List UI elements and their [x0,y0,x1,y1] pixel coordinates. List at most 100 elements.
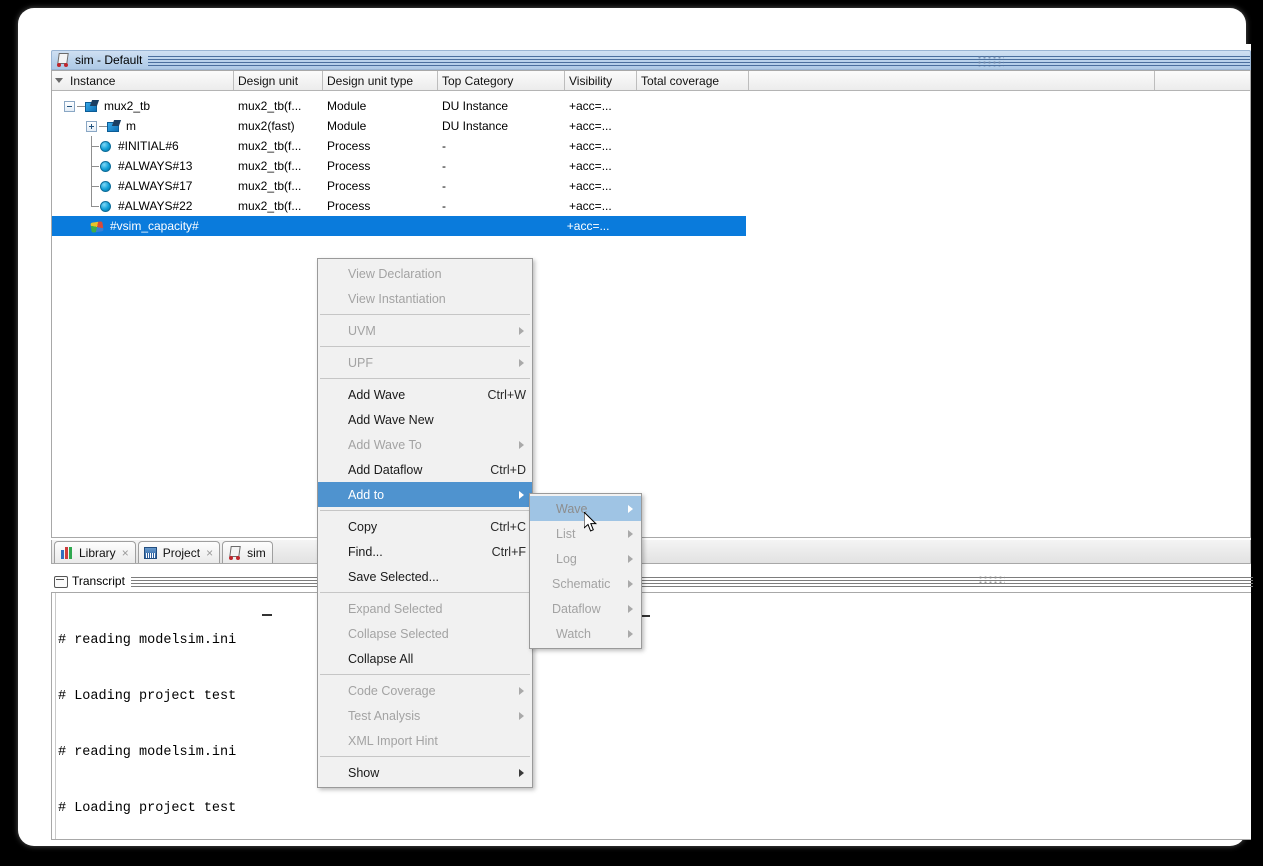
tree-collapse-toggle-mux2-tb[interactable] [64,100,75,112]
sim-icon [228,546,243,560]
menu-item-expand-selected[interactable]: Expand Selected [318,596,532,621]
module-icon [107,120,121,132]
tab-project[interactable]: Project × [137,541,221,563]
cell-visibility: +acc=... [569,159,612,173]
menu-item-find[interactable]: Find... Ctrl+F [318,539,532,564]
column-header-filler [749,71,1155,90]
column-header-visibility[interactable]: Visibility [565,71,637,90]
column-header-instance[interactable]: Instance [66,71,234,90]
project-icon [143,546,159,560]
menu-item-label: Add Wave To [348,437,422,452]
menu-item-save-selected[interactable]: Save Selected... [318,564,532,589]
cell-instance-name: #vsim_capacity# [110,219,199,233]
tree-connector [86,196,99,216]
chevron-down-icon [55,78,63,83]
table-row[interactable]: #ALWAYS#22 mux2_tb(f... Process - +acc=.… [52,196,1250,216]
transcript-window-icon [53,575,68,588]
menu-item-uvm[interactable]: UVM [318,318,532,343]
transcript-panel-titlebar[interactable]: Transcript [51,572,1253,590]
submenu-item-watch[interactable]: Watch [530,621,641,646]
close-icon[interactable]: × [204,547,213,559]
transcript-panel-grip-handle[interactable] [979,575,1005,587]
menu-item-test-analysis[interactable]: Test Analysis [318,703,532,728]
tab-sim[interactable]: sim [222,541,273,563]
library-icon [60,546,75,560]
cell-visibility: +acc=... [569,199,612,213]
cell-design-unit-type: Process [327,199,371,213]
tree-connector [99,116,107,136]
menu-item-xml-import-hint[interactable]: XML Import Hint [318,728,532,753]
sim-window-icon [56,53,71,67]
table-row[interactable]: #INITIAL#6 mux2_tb(f... Process - +acc=.… [52,136,1250,156]
chevron-right-icon [628,554,633,563]
module-icon [85,100,99,112]
table-row[interactable]: #ALWAYS#17 mux2_tb(f... Process - +acc=.… [52,176,1250,196]
menu-item-add-dataflow[interactable]: Add Dataflow Ctrl+D [318,457,532,482]
sim-panel-grip-handle[interactable] [978,55,1004,67]
chevron-right-icon [519,768,524,777]
menu-item-label: XML Import Hint [348,733,438,748]
menu-item-add-to[interactable]: Add to [318,482,532,507]
tab-library[interactable]: Library × [54,541,136,563]
cell-instance-name: mux2_tb [104,99,151,113]
menu-item-label: Schematic [552,576,611,591]
menu-separator [320,346,530,347]
column-header-design-unit[interactable]: Design unit [234,71,323,90]
sim-panel-titlebar[interactable]: sim - Default [51,50,1251,70]
transcript-output-panel[interactable]: # reading modelsim.ini # Loading project… [51,592,1251,840]
cell-top-category: - [442,139,446,153]
column-header-total-coverage[interactable]: Total coverage [637,71,749,90]
panel-tab-strip[interactable]: Library × Project × sim [51,540,1251,564]
cell-design-unit: mux2_tb(f... [238,139,302,153]
submenu-item-list[interactable]: List [530,521,641,546]
context-menu[interactable]: View Declaration View Instantiation UVM … [317,258,533,788]
cell-visibility: +acc=... [569,139,612,153]
menu-item-label: Wave [556,501,588,516]
application-window-frame: sim - Default Instance Design unit Desig… [18,8,1253,846]
chevron-right-icon [519,358,524,367]
menu-item-label: Watch [556,626,591,641]
cell-design-unit: mux2_tb(f... [238,199,302,213]
submenu-item-wave[interactable]: Wave [530,496,641,521]
chevron-right-icon [519,326,524,335]
table-row-selected[interactable]: #vsim_capacity# +acc=... [52,216,746,236]
column-header-design-unit-type[interactable]: Design unit type [323,71,438,90]
menu-item-upf[interactable]: UPF [318,350,532,375]
menu-separator [320,592,530,593]
add-to-submenu[interactable]: Wave List Log Schematic Dataflow Watch [529,493,642,649]
menu-item-show[interactable]: Show [318,760,532,785]
menu-item-add-wave-new[interactable]: Add Wave New [318,407,532,432]
tree-expand-toggle-m[interactable] [86,120,97,132]
close-icon[interactable]: × [120,547,129,559]
menu-item-label: Show [348,765,380,780]
menu-item-collapse-all[interactable]: Collapse All [318,646,532,671]
submenu-item-schematic[interactable]: Schematic [530,571,641,596]
table-row[interactable]: m mux2(fast) Module DU Instance +acc=... [52,116,1250,136]
chevron-right-icon [628,529,633,538]
submenu-item-dataflow[interactable]: Dataflow [530,596,641,621]
menu-item-copy[interactable]: Copy Ctrl+C [318,514,532,539]
cell-visibility: +acc=... [569,119,612,133]
menu-item-code-coverage[interactable]: Code Coverage [318,678,532,703]
sim-tree-header-row: Instance Design unit Design unit type To… [52,71,1250,91]
menu-item-collapse-selected[interactable]: Collapse Selected [318,621,532,646]
cell-design-unit-type: Process [327,179,371,193]
sim-tree-body[interactable]: mux2_tb mux2_tb(f... Module DU Instance … [52,96,1250,236]
cell-design-unit-type: Module [327,99,367,113]
menu-item-add-wave[interactable]: Add Wave Ctrl+W [318,382,532,407]
menu-item-view-instantiation[interactable]: View Instantiation [318,286,532,311]
transcript-gutter [52,593,56,839]
table-row[interactable]: #ALWAYS#13 mux2_tb(f... Process - +acc=.… [52,156,1250,176]
sim-panel-title-text: sim - Default [75,53,143,67]
column-header-top-category[interactable]: Top Category [438,71,565,90]
application-client-area: sim - Default Instance Design unit Desig… [51,44,1253,840]
sim-instance-tree-panel[interactable]: Instance Design unit Design unit type To… [51,70,1251,538]
table-row[interactable]: mux2_tb mux2_tb(f... Module DU Instance … [52,96,1250,116]
menu-item-add-wave-to[interactable]: Add Wave To [318,432,532,457]
cell-top-category: DU Instance [442,99,509,113]
sort-indicator[interactable] [52,71,66,90]
menu-item-view-declaration[interactable]: View Declaration [318,261,532,286]
submenu-item-log[interactable]: Log [530,546,641,571]
cell-instance-name: #ALWAYS#17 [118,179,193,193]
menu-item-label: Find... [348,544,383,559]
